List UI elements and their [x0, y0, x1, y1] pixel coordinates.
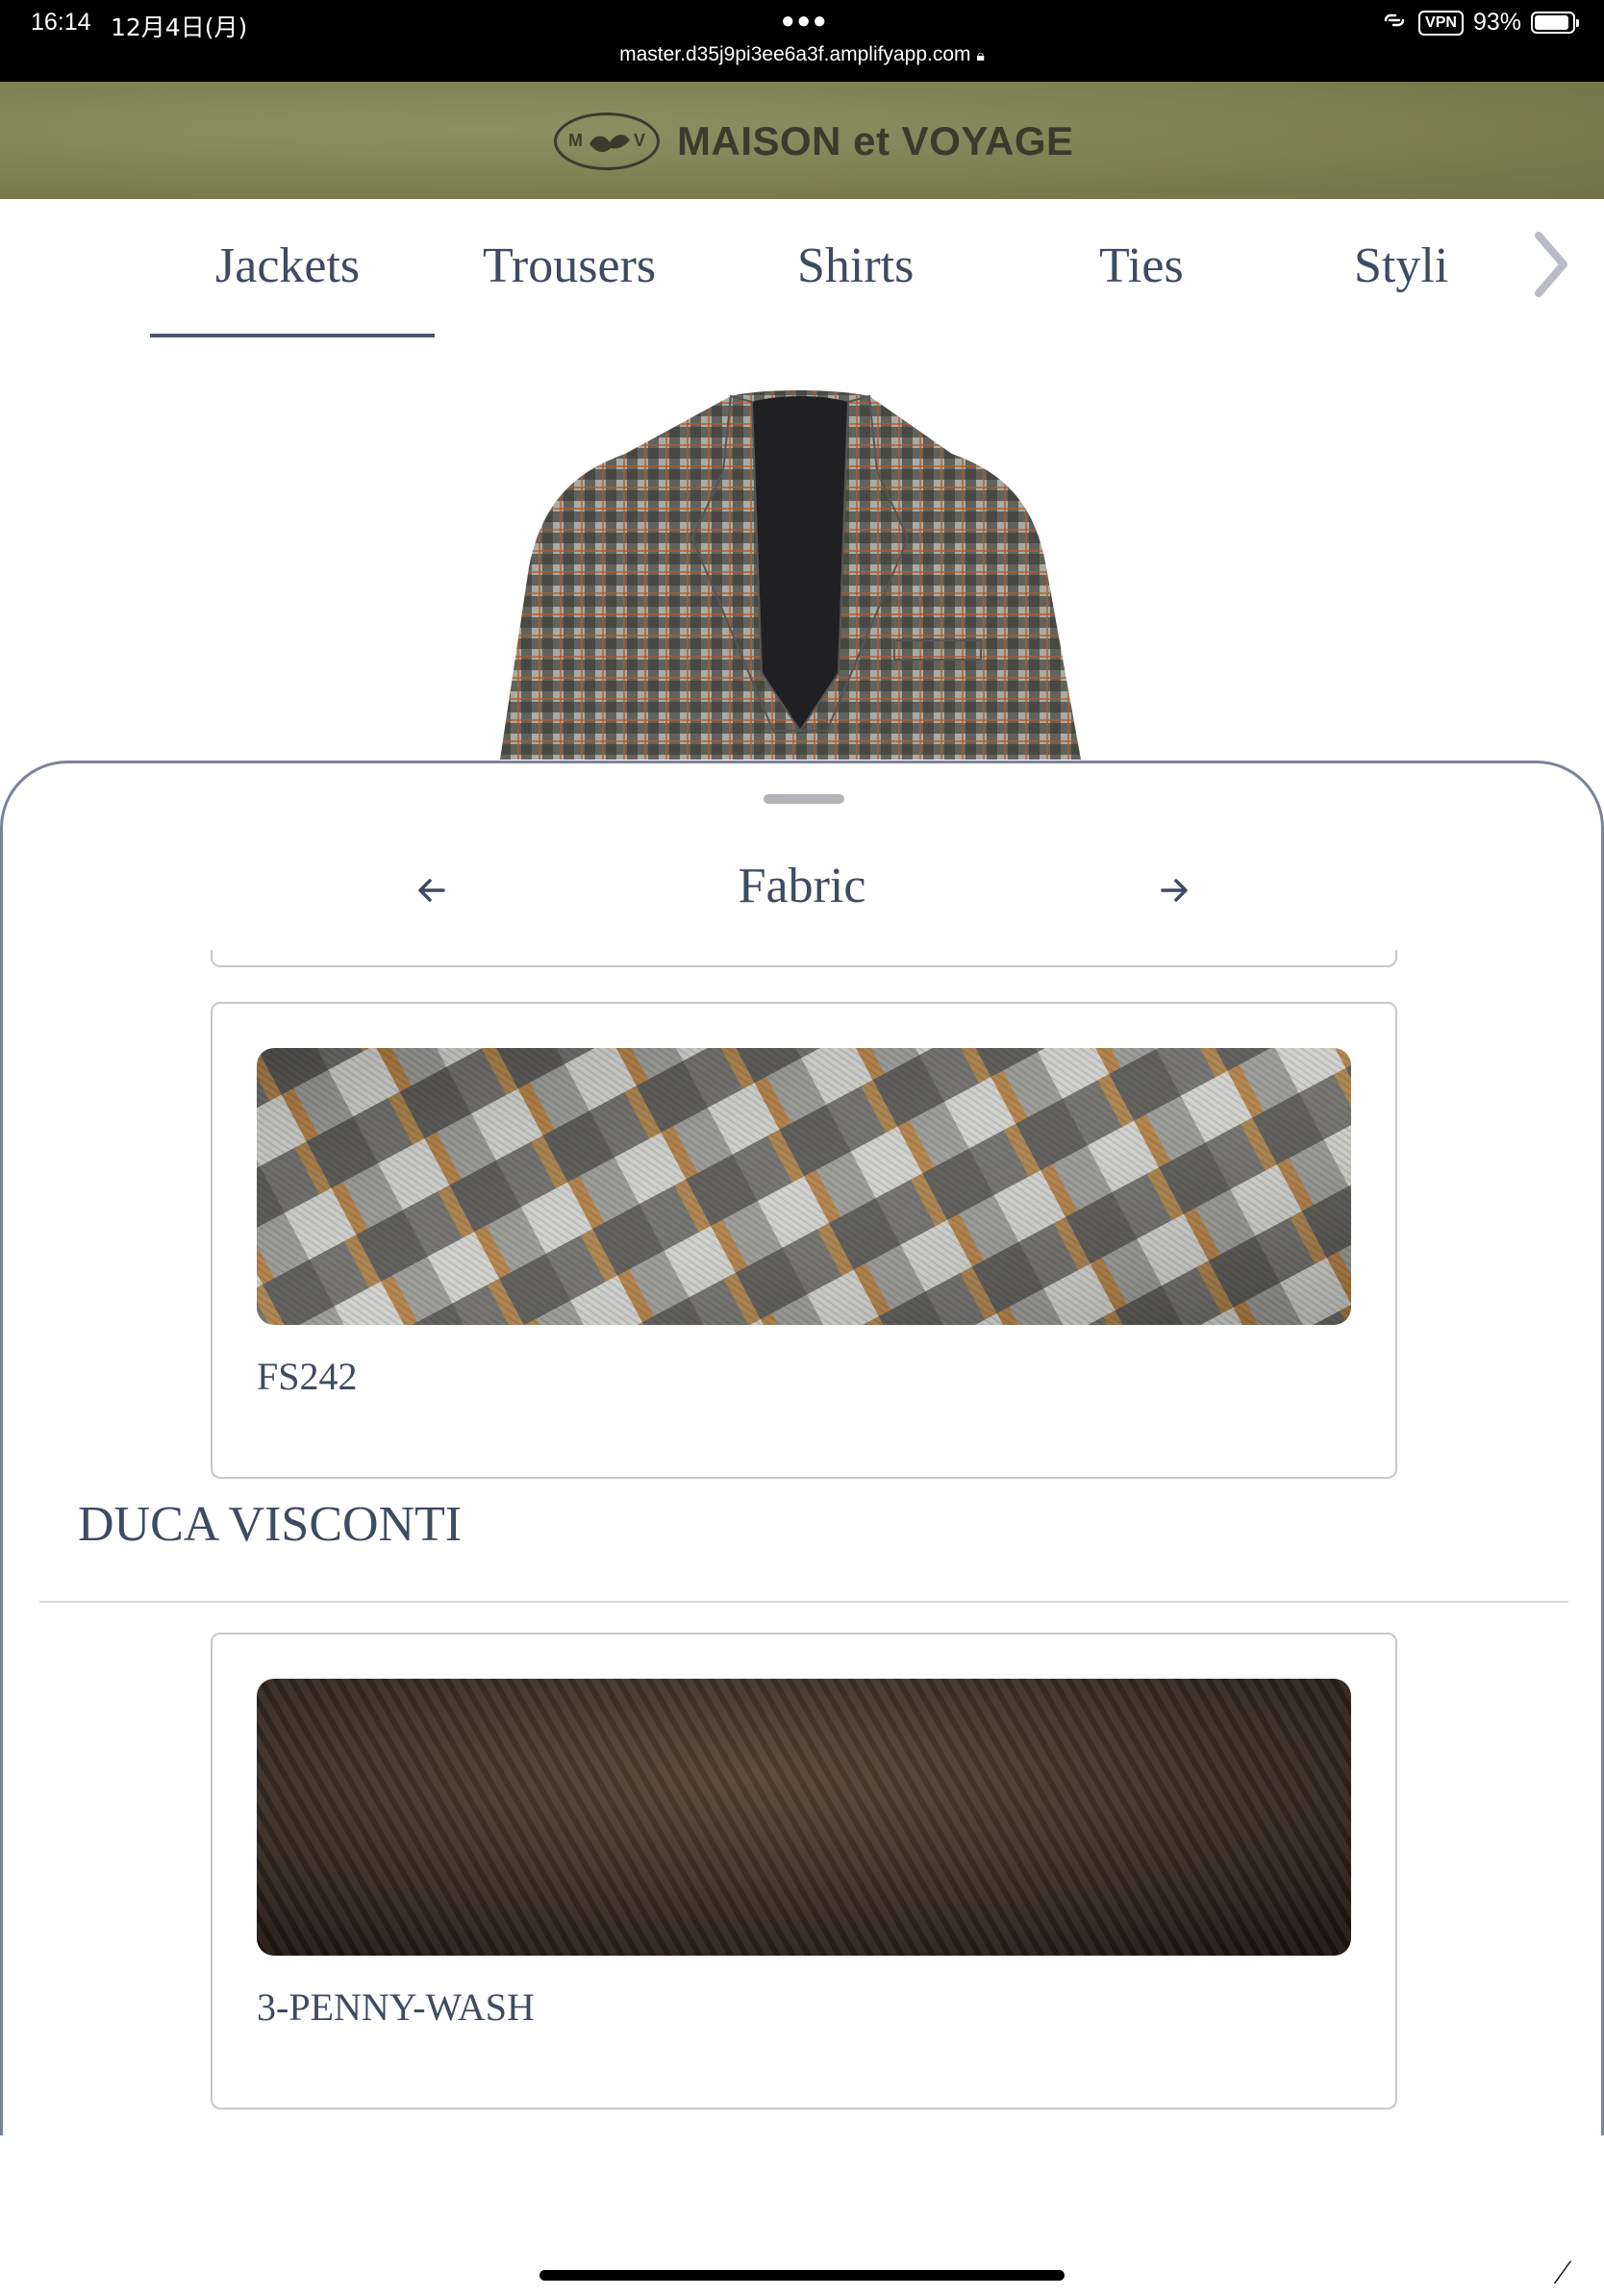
url-bar[interactable]: master.d35j9pi3ee6a3f.amplifyapp.com 🔒︎ [0, 43, 1604, 66]
lock-icon: 🔒︎ [976, 48, 985, 64]
battery-percentage: 93% [1472, 9, 1521, 36]
brand-header: M V MAISON et VOYAGE [0, 82, 1604, 199]
previous-card-edge [211, 950, 1397, 967]
section-divider [39, 1601, 1568, 1603]
multitasking-dots-icon[interactable]: ●●● [781, 8, 829, 35]
fabric-swatch-image [257, 1679, 1351, 1956]
status-time: 16:14 [31, 9, 91, 36]
tab-ties[interactable]: Ties [1099, 237, 1184, 294]
active-tab-indicator [150, 334, 435, 337]
battery-icon [1531, 12, 1579, 34]
url-text: master.d35j9pi3ee6a3f.amplifyapp.com [619, 43, 971, 65]
fabric-code: 3-PENNY-WASH [257, 1985, 535, 2029]
tab-styling[interactable]: Styli [1354, 237, 1448, 294]
tab-jackets[interactable]: Jackets [215, 237, 360, 294]
link-icon [1380, 9, 1409, 37]
chevron-right-icon[interactable] [1527, 226, 1575, 303]
tab-shirts[interactable]: Shirts [797, 237, 914, 294]
logo-emblem: M V [554, 112, 660, 170]
tab-trousers[interactable]: Trousers [483, 237, 656, 294]
fabric-card[interactable]: FS242 [211, 1002, 1397, 1479]
status-bar: 16:14 12月4日(月) ●●● master.d35j9pi3ee6a3f… [0, 0, 1604, 82]
fabric-bottom-sheet: Fabric FS242 DUCA VISCONTI 3-PENNY-WASH [0, 761, 1604, 2135]
vpn-badge: VPN [1418, 10, 1464, 36]
scroll-corner-glyph: ⁄ [1560, 2253, 1566, 2291]
sheet-title: Fabric [738, 859, 866, 913]
category-tabs: Jackets Trousers Shirts Ties Styli [0, 199, 1604, 341]
sheet-grabber-handle[interactable] [764, 794, 844, 804]
fabric-swatch-image [257, 1048, 1351, 1325]
jacket-preview [500, 385, 1100, 760]
status-date: 12月4日(月) [111, 13, 248, 41]
fabric-card[interactable]: 3-PENNY-WASH [211, 1633, 1397, 2109]
fabric-code: FS242 [257, 1355, 358, 1398]
brand-logo[interactable]: M V MAISON et VOYAGE [554, 112, 1074, 170]
home-indicator[interactable] [539, 2270, 1065, 2281]
sheet-header: Fabric [3, 831, 1601, 946]
fabric-brand-heading: DUCA VISCONTI [78, 1497, 463, 1552]
arrow-right-icon[interactable] [1153, 869, 1195, 911]
brand-name: MAISON et VOYAGE [677, 118, 1074, 163]
